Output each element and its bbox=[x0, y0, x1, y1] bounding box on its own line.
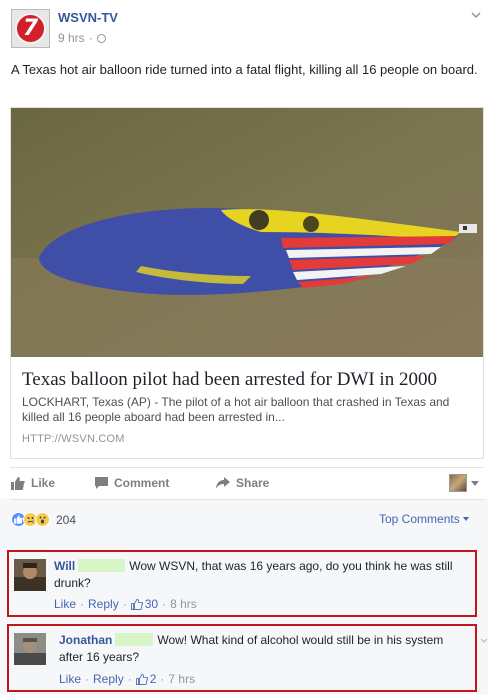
separator-dot: · bbox=[162, 597, 167, 611]
thumbs-up-icon bbox=[11, 476, 25, 490]
divider bbox=[10, 467, 484, 468]
comment-options-chevron-icon[interactable] bbox=[480, 637, 488, 645]
caret-down-icon bbox=[471, 480, 479, 486]
post-message: A Texas hot air balloon ride turned into… bbox=[11, 62, 478, 77]
page-avatar[interactable]: 7 bbox=[11, 9, 50, 48]
link-title[interactable]: Texas balloon pilot had been arrested fo… bbox=[22, 369, 437, 391]
comment-author[interactable]: Jonathan bbox=[59, 633, 112, 647]
thumbs-up-outline-icon bbox=[130, 598, 143, 610]
separator-dot: · bbox=[127, 672, 132, 686]
comment-like-link[interactable]: Like bbox=[59, 672, 81, 686]
comment-author[interactable]: Will bbox=[54, 559, 75, 573]
top-comments-dropdown[interactable]: Top Comments bbox=[379, 512, 469, 526]
wow-reaction-icon bbox=[35, 512, 50, 527]
post-time[interactable]: 9 hrs bbox=[58, 31, 85, 45]
separator-dot: · bbox=[85, 672, 90, 686]
comment-like-number: 30 bbox=[144, 597, 159, 611]
page-name-link[interactable]: WSVN-TV bbox=[58, 10, 118, 25]
comment-item: Will Wow WSVN, that was 16 years ago, do … bbox=[7, 550, 477, 617]
post-meta: 9 hrs · bbox=[58, 31, 106, 45]
commenter-avatar[interactable] bbox=[14, 633, 46, 665]
comment-label: Comment bbox=[114, 476, 170, 490]
thumbs-up-outline-icon bbox=[135, 673, 148, 685]
comment-button[interactable]: Comment bbox=[95, 476, 169, 490]
user-avatar bbox=[449, 474, 467, 492]
commenter-avatar[interactable] bbox=[14, 559, 46, 591]
comment-actions: Like · Reply · 30 · 8 hrs bbox=[54, 597, 197, 611]
top-comments-label: Top Comments bbox=[379, 512, 460, 526]
comment-time[interactable]: 7 hrs bbox=[168, 672, 195, 686]
redaction-box bbox=[78, 559, 126, 572]
post-options-chevron-icon[interactable] bbox=[471, 10, 481, 20]
comment-like-number: 2 bbox=[149, 672, 157, 686]
caret-down-icon bbox=[462, 517, 469, 521]
comment-time[interactable]: 8 hrs bbox=[170, 597, 197, 611]
comment-actions: Like · Reply · 2 · 7 hrs bbox=[59, 672, 195, 686]
reactions-summary[interactable]: 204 bbox=[11, 512, 76, 527]
balloon-wreck-photo bbox=[11, 108, 483, 357]
separator-dot: · bbox=[122, 597, 127, 611]
link-preview-card[interactable]: Texas balloon pilot had been arrested fo… bbox=[10, 107, 484, 459]
comment-like-count[interactable]: 30 bbox=[130, 597, 159, 611]
wsvn-logo-icon: 7 bbox=[15, 13, 46, 44]
comment-body: Jonathan Wow! What kind of alcohol would … bbox=[59, 632, 469, 666]
facebook-post: 7 WSVN-TV 9 hrs · A Texas hot air balloo… bbox=[0, 0, 488, 695]
like-button[interactable]: Like bbox=[11, 476, 55, 490]
reaction-count: 204 bbox=[56, 512, 77, 527]
comment-like-link[interactable]: Like bbox=[54, 597, 76, 611]
globe-icon bbox=[96, 33, 106, 43]
link-url: HTTP://WSVN.COM bbox=[22, 433, 125, 445]
redaction-box bbox=[115, 633, 154, 646]
separator-dot: · bbox=[160, 672, 165, 686]
like-label: Like bbox=[31, 476, 56, 490]
comment-like-count[interactable]: 2 bbox=[135, 672, 157, 686]
comment-reply-link[interactable]: Reply bbox=[88, 597, 119, 611]
comment-icon bbox=[95, 477, 108, 489]
share-icon bbox=[216, 477, 230, 489]
share-label: Share bbox=[236, 476, 270, 490]
comment-item: Jonathan Wow! What kind of alcohol would … bbox=[7, 624, 477, 692]
divider bbox=[10, 499, 484, 500]
separator-dot: · bbox=[88, 31, 93, 45]
separator-dot: · bbox=[80, 597, 85, 611]
link-description: LOCKHART, Texas (AP) - The pilot of a ho… bbox=[22, 395, 450, 424]
comment-body: Will Wow WSVN, that was 16 years ago, do … bbox=[54, 558, 464, 592]
share-button[interactable]: Share bbox=[216, 476, 269, 490]
comment-as-selector[interactable] bbox=[449, 474, 479, 492]
comment-reply-link[interactable]: Reply bbox=[93, 672, 124, 686]
